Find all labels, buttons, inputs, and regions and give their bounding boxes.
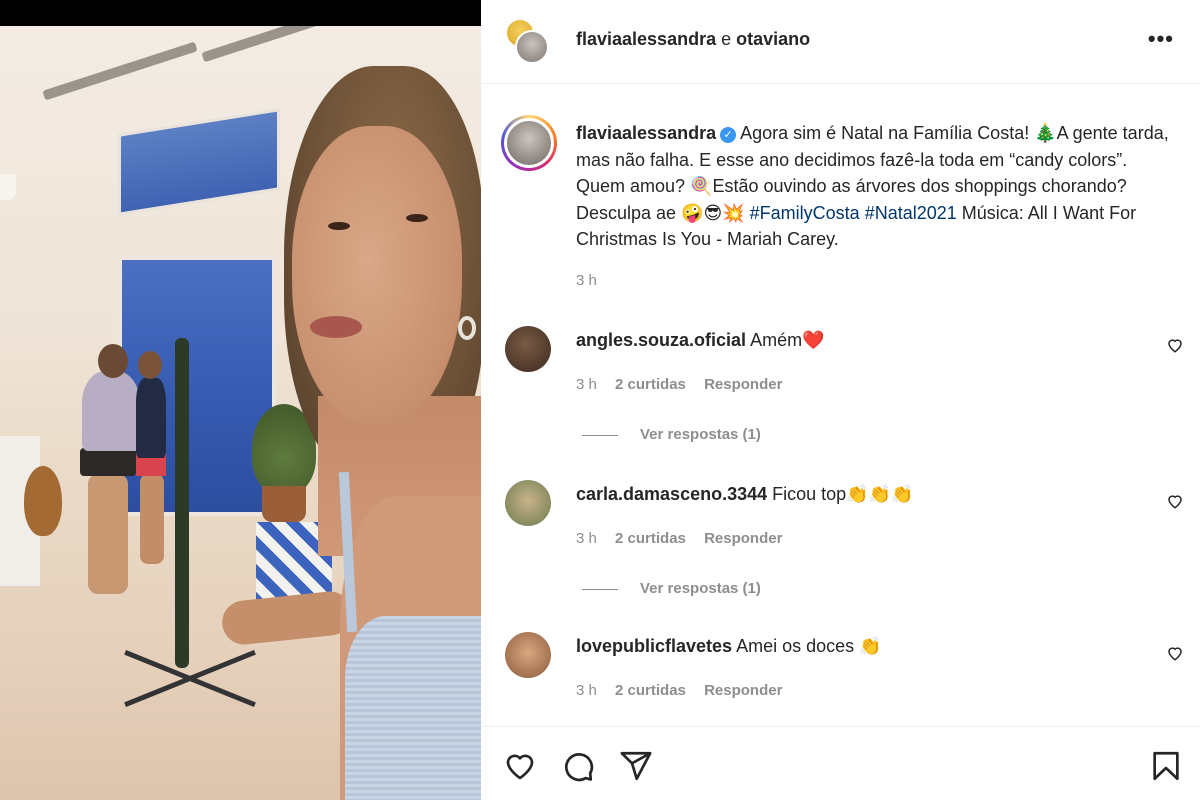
reply-button[interactable]: Responder (704, 376, 782, 393)
plant-pot (262, 486, 306, 522)
person-legs (88, 474, 128, 594)
comment-text: carla.damasceno.3344 Ficou top👏👏👏 (576, 484, 913, 505)
lips (310, 316, 362, 338)
person-head (138, 351, 162, 379)
christmas-tree-pole (175, 338, 189, 668)
comment-text: angles.souza.oficial Amém❤️ (576, 330, 825, 351)
caption-avatar[interactable] (501, 115, 557, 171)
comment-username[interactable]: carla.damasceno.3344 (576, 484, 767, 504)
comment-username[interactable]: angles.souza.oficial (576, 330, 746, 350)
caption-time[interactable]: 3 h (576, 272, 597, 289)
hashtag-link[interactable]: #FamilyCosta (750, 203, 860, 223)
avatar[interactable] (505, 480, 551, 526)
view-replies-button[interactable]: Ver respostas (1) (582, 426, 761, 443)
post-header: flaviaalessandra e otaviano ••• (481, 0, 1200, 84)
view-replies-label: Ver respostas (1) (640, 426, 761, 443)
hashtag-link[interactable]: #Natal2021 (865, 203, 957, 223)
comment-body: Ficou top👏👏👏 (772, 484, 914, 504)
comment-meta: 3 h 2 curtidas Responder (576, 530, 796, 547)
caption-text: flaviaalessandra ✓ Agora sim é Natal na Fa… (576, 120, 1176, 253)
media-top-bar (0, 0, 481, 26)
avatar[interactable] (505, 632, 551, 678)
lamp (0, 174, 16, 200)
post-media[interactable] (0, 0, 481, 800)
avatar[interactable] (515, 30, 549, 64)
comment-likes[interactable]: 2 curtidas (615, 376, 686, 393)
comment-time[interactable]: 3 h (576, 376, 597, 393)
caption-username[interactable]: flaviaalessandra (576, 123, 716, 143)
person-body (136, 378, 166, 458)
share-icon[interactable] (619, 749, 653, 783)
view-replies-label: Ver respostas (1) (640, 580, 761, 597)
comment-time[interactable]: 3 h (576, 530, 597, 547)
view-replies-button[interactable]: Ver respostas (1) (582, 580, 761, 597)
comment-icon[interactable] (561, 749, 595, 783)
replies-divider (582, 588, 618, 590)
comment-body: Amém❤️ (750, 330, 825, 350)
person-legs (140, 474, 164, 564)
comment-likes[interactable]: 2 curtidas (615, 682, 686, 699)
avatar (504, 118, 554, 168)
heart-icon[interactable] (1166, 336, 1184, 359)
eye (328, 222, 350, 230)
more-icon[interactable]: ••• (1148, 28, 1174, 50)
comment-meta: 3 h 2 curtidas Responder (576, 376, 796, 393)
replies-divider (582, 434, 618, 436)
reply-button[interactable]: Responder (704, 530, 782, 547)
reply-button[interactable]: Responder (704, 682, 782, 699)
header-user2-link[interactable]: otaviano (736, 29, 810, 49)
comment-meta: 3 h 2 curtidas Responder (576, 682, 796, 699)
comment-likes[interactable]: 2 curtidas (615, 530, 686, 547)
collab-avatars[interactable] (505, 18, 549, 66)
earring (458, 316, 476, 340)
window-upper (118, 108, 280, 216)
heart-icon[interactable] (1166, 492, 1184, 515)
woman-dress (345, 616, 481, 800)
comment-body: Amei os doces 👏 (736, 636, 882, 656)
avatar[interactable] (505, 326, 551, 372)
post-action-bar (481, 726, 1200, 800)
ceiling-light-slot (42, 41, 198, 101)
video-frame (0, 26, 481, 800)
comment-text: lovepublicflavetes Amei os doces 👏 (576, 636, 882, 657)
comment-username[interactable]: lovepublicflavetes (576, 636, 732, 656)
post-panel: flaviaalessandra e otaviano ••• flaviaal… (481, 0, 1200, 800)
header-conjunction: e (721, 29, 732, 49)
person-body (82, 371, 140, 451)
person-head (98, 344, 128, 378)
ceiling-light-slot (201, 26, 319, 63)
heart-icon[interactable] (1166, 644, 1184, 667)
bookmark-icon[interactable] (1149, 749, 1183, 783)
verified-icon: ✓ (720, 127, 737, 143)
person-shorts (80, 448, 136, 476)
header-usernames: flaviaalessandra e otaviano (576, 29, 810, 50)
guitar (24, 466, 62, 536)
comment-time[interactable]: 3 h (576, 682, 597, 699)
heart-icon[interactable] (503, 749, 537, 783)
header-user1-link[interactable]: flaviaalessandra (576, 29, 716, 49)
woman-face (292, 126, 462, 426)
eye (406, 214, 428, 222)
